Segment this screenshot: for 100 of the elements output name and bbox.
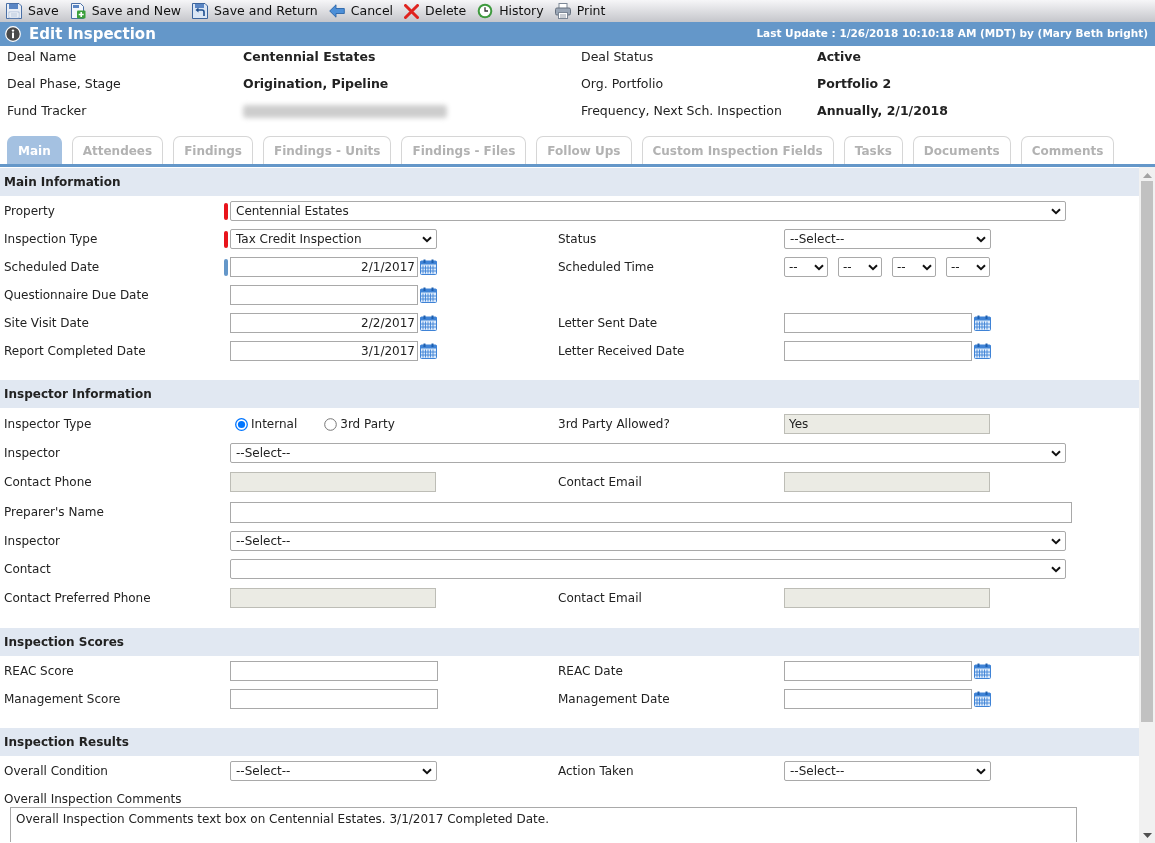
field-label: Fund Tracker xyxy=(7,102,87,121)
radio-label: Internal xyxy=(251,416,298,433)
date-field[interactable] xyxy=(230,285,418,305)
calendar-icon[interactable] xyxy=(420,343,437,359)
time-dropdown[interactable]: -- xyxy=(946,257,990,277)
chevron-down-icon[interactable] xyxy=(1051,207,1061,215)
save-and-return-button[interactable]: Save and Return xyxy=(192,3,318,19)
text-field[interactable] xyxy=(230,661,438,681)
print-button[interactable]: Print xyxy=(554,3,606,19)
field-label: Scheduled Date xyxy=(4,259,100,276)
chevron-down-icon[interactable] xyxy=(922,263,932,271)
field-label: Overall Condition xyxy=(4,763,108,780)
calendar-icon[interactable] xyxy=(974,691,991,707)
dropdown[interactable]: --Select-- xyxy=(784,229,991,249)
date-field[interactable] xyxy=(784,689,972,709)
dropdown[interactable]: Centennial Estates xyxy=(230,201,1066,221)
readonly-field[interactable]: Yes xyxy=(784,414,990,434)
field-value: Active xyxy=(817,48,861,67)
field-label: Deal Status xyxy=(581,48,654,67)
save-button[interactable]: Save xyxy=(6,3,59,19)
page-title: Edit Inspection xyxy=(29,23,156,45)
field-value: Centennial Estates xyxy=(243,48,376,67)
readonly-field[interactable] xyxy=(230,588,436,608)
field-label: Report Completed Date xyxy=(4,343,146,360)
chevron-down-icon[interactable] xyxy=(422,235,432,243)
history-button[interactable]: History xyxy=(477,3,544,19)
text-field[interactable] xyxy=(230,501,1072,523)
field-label: Action Taken xyxy=(558,763,634,780)
arrow-left-icon[interactable] xyxy=(328,4,345,18)
field-label: Status xyxy=(558,231,597,248)
calendar-icon[interactable] xyxy=(974,343,991,359)
document-plus-icon[interactable] xyxy=(69,3,86,19)
field-label: Contact Preferred Phone xyxy=(4,590,151,607)
radio-button[interactable] xyxy=(324,417,338,431)
field-value: Annually, 2/1/2018 xyxy=(817,102,948,121)
calendar-icon[interactable] xyxy=(420,315,437,331)
calendar-icon[interactable] xyxy=(420,259,437,275)
scrollbar-thumb[interactable] xyxy=(1141,181,1153,722)
readonly-field[interactable] xyxy=(230,472,436,492)
readonly-field[interactable] xyxy=(784,472,990,492)
radio-button[interactable] xyxy=(235,417,248,431)
dropdown[interactable]: --Select-- xyxy=(230,531,1066,551)
chevron-down-icon[interactable] xyxy=(814,263,824,271)
chevron-down-icon[interactable] xyxy=(1051,565,1061,573)
calendar-icon[interactable] xyxy=(974,663,991,679)
calendar-icon[interactable] xyxy=(974,315,991,331)
section-header: Inspection Results xyxy=(0,728,1139,756)
field-label: 3rd Party Allowed? xyxy=(558,416,670,433)
chevron-down-icon[interactable] xyxy=(1051,449,1061,457)
text-field[interactable] xyxy=(230,689,438,709)
time-dropdown[interactable]: -- xyxy=(838,257,882,277)
scrollbar[interactable] xyxy=(1139,167,1155,843)
chevron-down-icon[interactable] xyxy=(976,263,986,271)
chevron-down-icon[interactable] xyxy=(976,235,986,243)
field-label: Letter Received Date xyxy=(558,343,685,360)
section-header: Inspection Scores xyxy=(0,628,1139,656)
field-label: REAC Date xyxy=(558,663,623,680)
field-label: Contact Email xyxy=(558,474,642,491)
dropdown[interactable]: --Select-- xyxy=(784,761,991,781)
field-label: Overall Inspection Comments xyxy=(4,792,182,806)
date-field[interactable] xyxy=(784,341,972,361)
chevron-down-icon[interactable] xyxy=(976,767,986,775)
date-field[interactable]: 2/1/2017 xyxy=(230,257,418,277)
cross-icon[interactable] xyxy=(404,3,420,19)
field-label: Deal Phase, Stage xyxy=(7,75,121,94)
chevron-down-icon[interactable] xyxy=(868,263,878,271)
last-update-text: Last Update : 1/26/2018 10:10:18 AM (MDT) by (Mary Beth bright) xyxy=(756,26,1148,42)
date-field[interactable]: 3/1/2017 xyxy=(230,341,418,361)
field-label: Management Score xyxy=(4,691,121,708)
field-label: Inspection Type xyxy=(4,231,98,248)
readonly-field[interactable] xyxy=(784,588,990,608)
field-label: Inspector Type xyxy=(4,416,92,433)
field-label: Contact Email xyxy=(558,590,642,607)
field-label: Letter Sent Date xyxy=(558,315,658,332)
date-field[interactable]: 2/2/2017 xyxy=(230,313,418,333)
date-field[interactable] xyxy=(784,661,972,681)
calendar-icon[interactable] xyxy=(420,287,437,303)
dropdown[interactable]: --Select-- xyxy=(230,761,437,781)
text-area[interactable]: Overall Inspection Comments text box on Centennial Estates. 3/1/2017 Completed Date. xyxy=(10,807,1077,842)
field-label: Inspector xyxy=(4,445,60,462)
chevron-down-icon[interactable] xyxy=(1051,537,1061,545)
field-label: Contact Phone xyxy=(4,474,92,491)
cancel-button[interactable]: Cancel xyxy=(328,4,394,18)
save-and-new-button[interactable]: Save and New xyxy=(69,3,182,19)
field-label: Contact xyxy=(4,561,51,578)
field-label: Inspector xyxy=(4,533,60,550)
clock-icon[interactable] xyxy=(477,3,494,19)
radio-label: 3rd Party xyxy=(340,416,395,433)
delete-button[interactable]: Delete xyxy=(404,3,467,19)
caret-down-icon[interactable] xyxy=(1142,833,1152,838)
field-label: REAC Score xyxy=(4,663,74,680)
printer-icon[interactable] xyxy=(554,3,571,19)
time-dropdown[interactable]: -- xyxy=(892,257,936,277)
field-label: Site Visit Date xyxy=(4,315,89,332)
time-dropdown[interactable]: -- xyxy=(784,257,828,277)
dropdown[interactable]: Tax Credit Inspection xyxy=(230,229,437,249)
chevron-down-icon[interactable] xyxy=(422,767,432,775)
date-field[interactable] xyxy=(784,313,972,333)
dropdown[interactable]: --Select-- xyxy=(230,443,1066,463)
field-label: Management Date xyxy=(558,691,670,708)
